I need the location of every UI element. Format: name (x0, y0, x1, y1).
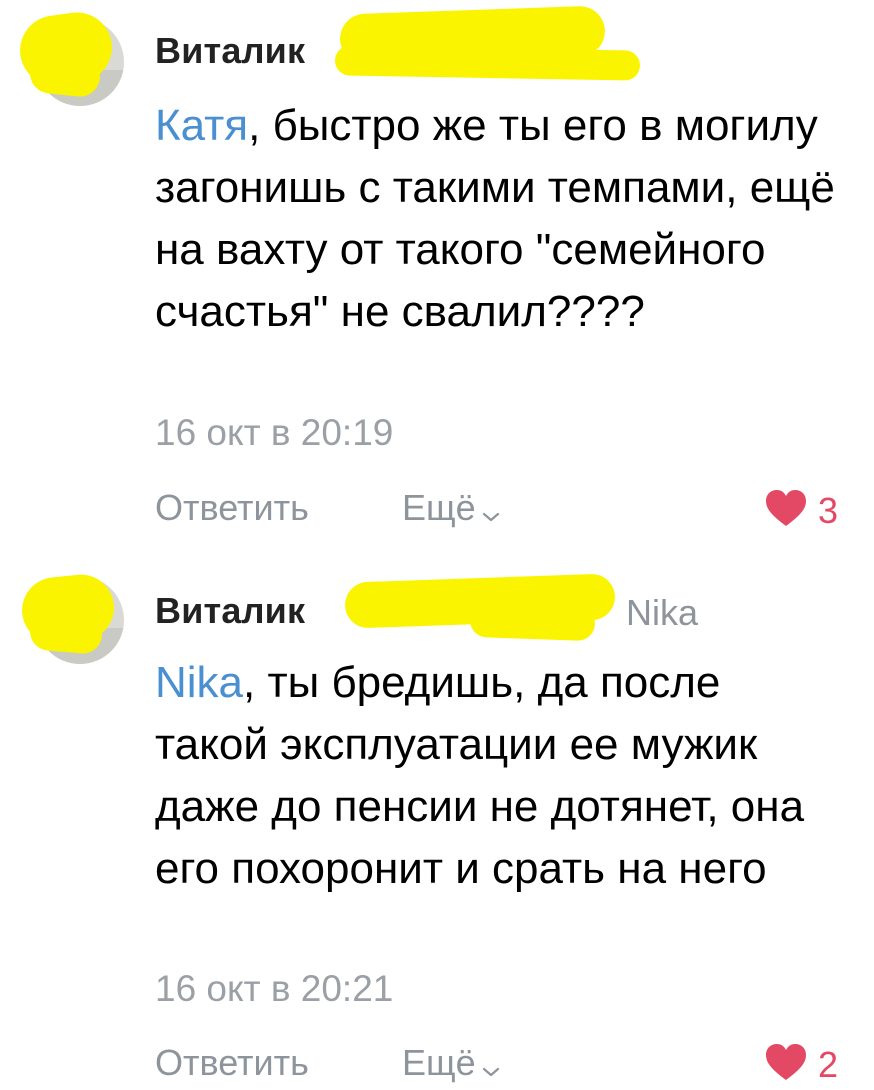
comment-2: Виталик Nika Nika, ты бредишь, да после … (0, 0, 874, 1090)
comment-text: Nika, ты бредишь, да после такой эксплуа… (155, 652, 845, 900)
heart-icon (764, 1042, 808, 1087)
comment-timestamp: 16 окт в 20:21 (155, 968, 394, 1009)
more-button[interactable]: Ещё (402, 1042, 500, 1086)
reply-to-name[interactable]: Nika (626, 592, 698, 634)
reply-button[interactable]: Ответить (155, 1042, 309, 1084)
redaction-scribble (469, 602, 596, 642)
like-count: 2 (817, 1043, 838, 1085)
more-label: Ещё (402, 1042, 476, 1083)
chevron-down-icon (482, 1044, 500, 1086)
mention-link[interactable]: Nika (155, 658, 243, 707)
comment-author[interactable]: Виталик (155, 590, 305, 632)
comment-body: , ты бредишь, да после такой эксплуатаци… (155, 658, 805, 893)
redaction-scribble (28, 610, 104, 656)
like-button[interactable]: 2 (764, 1042, 838, 1087)
